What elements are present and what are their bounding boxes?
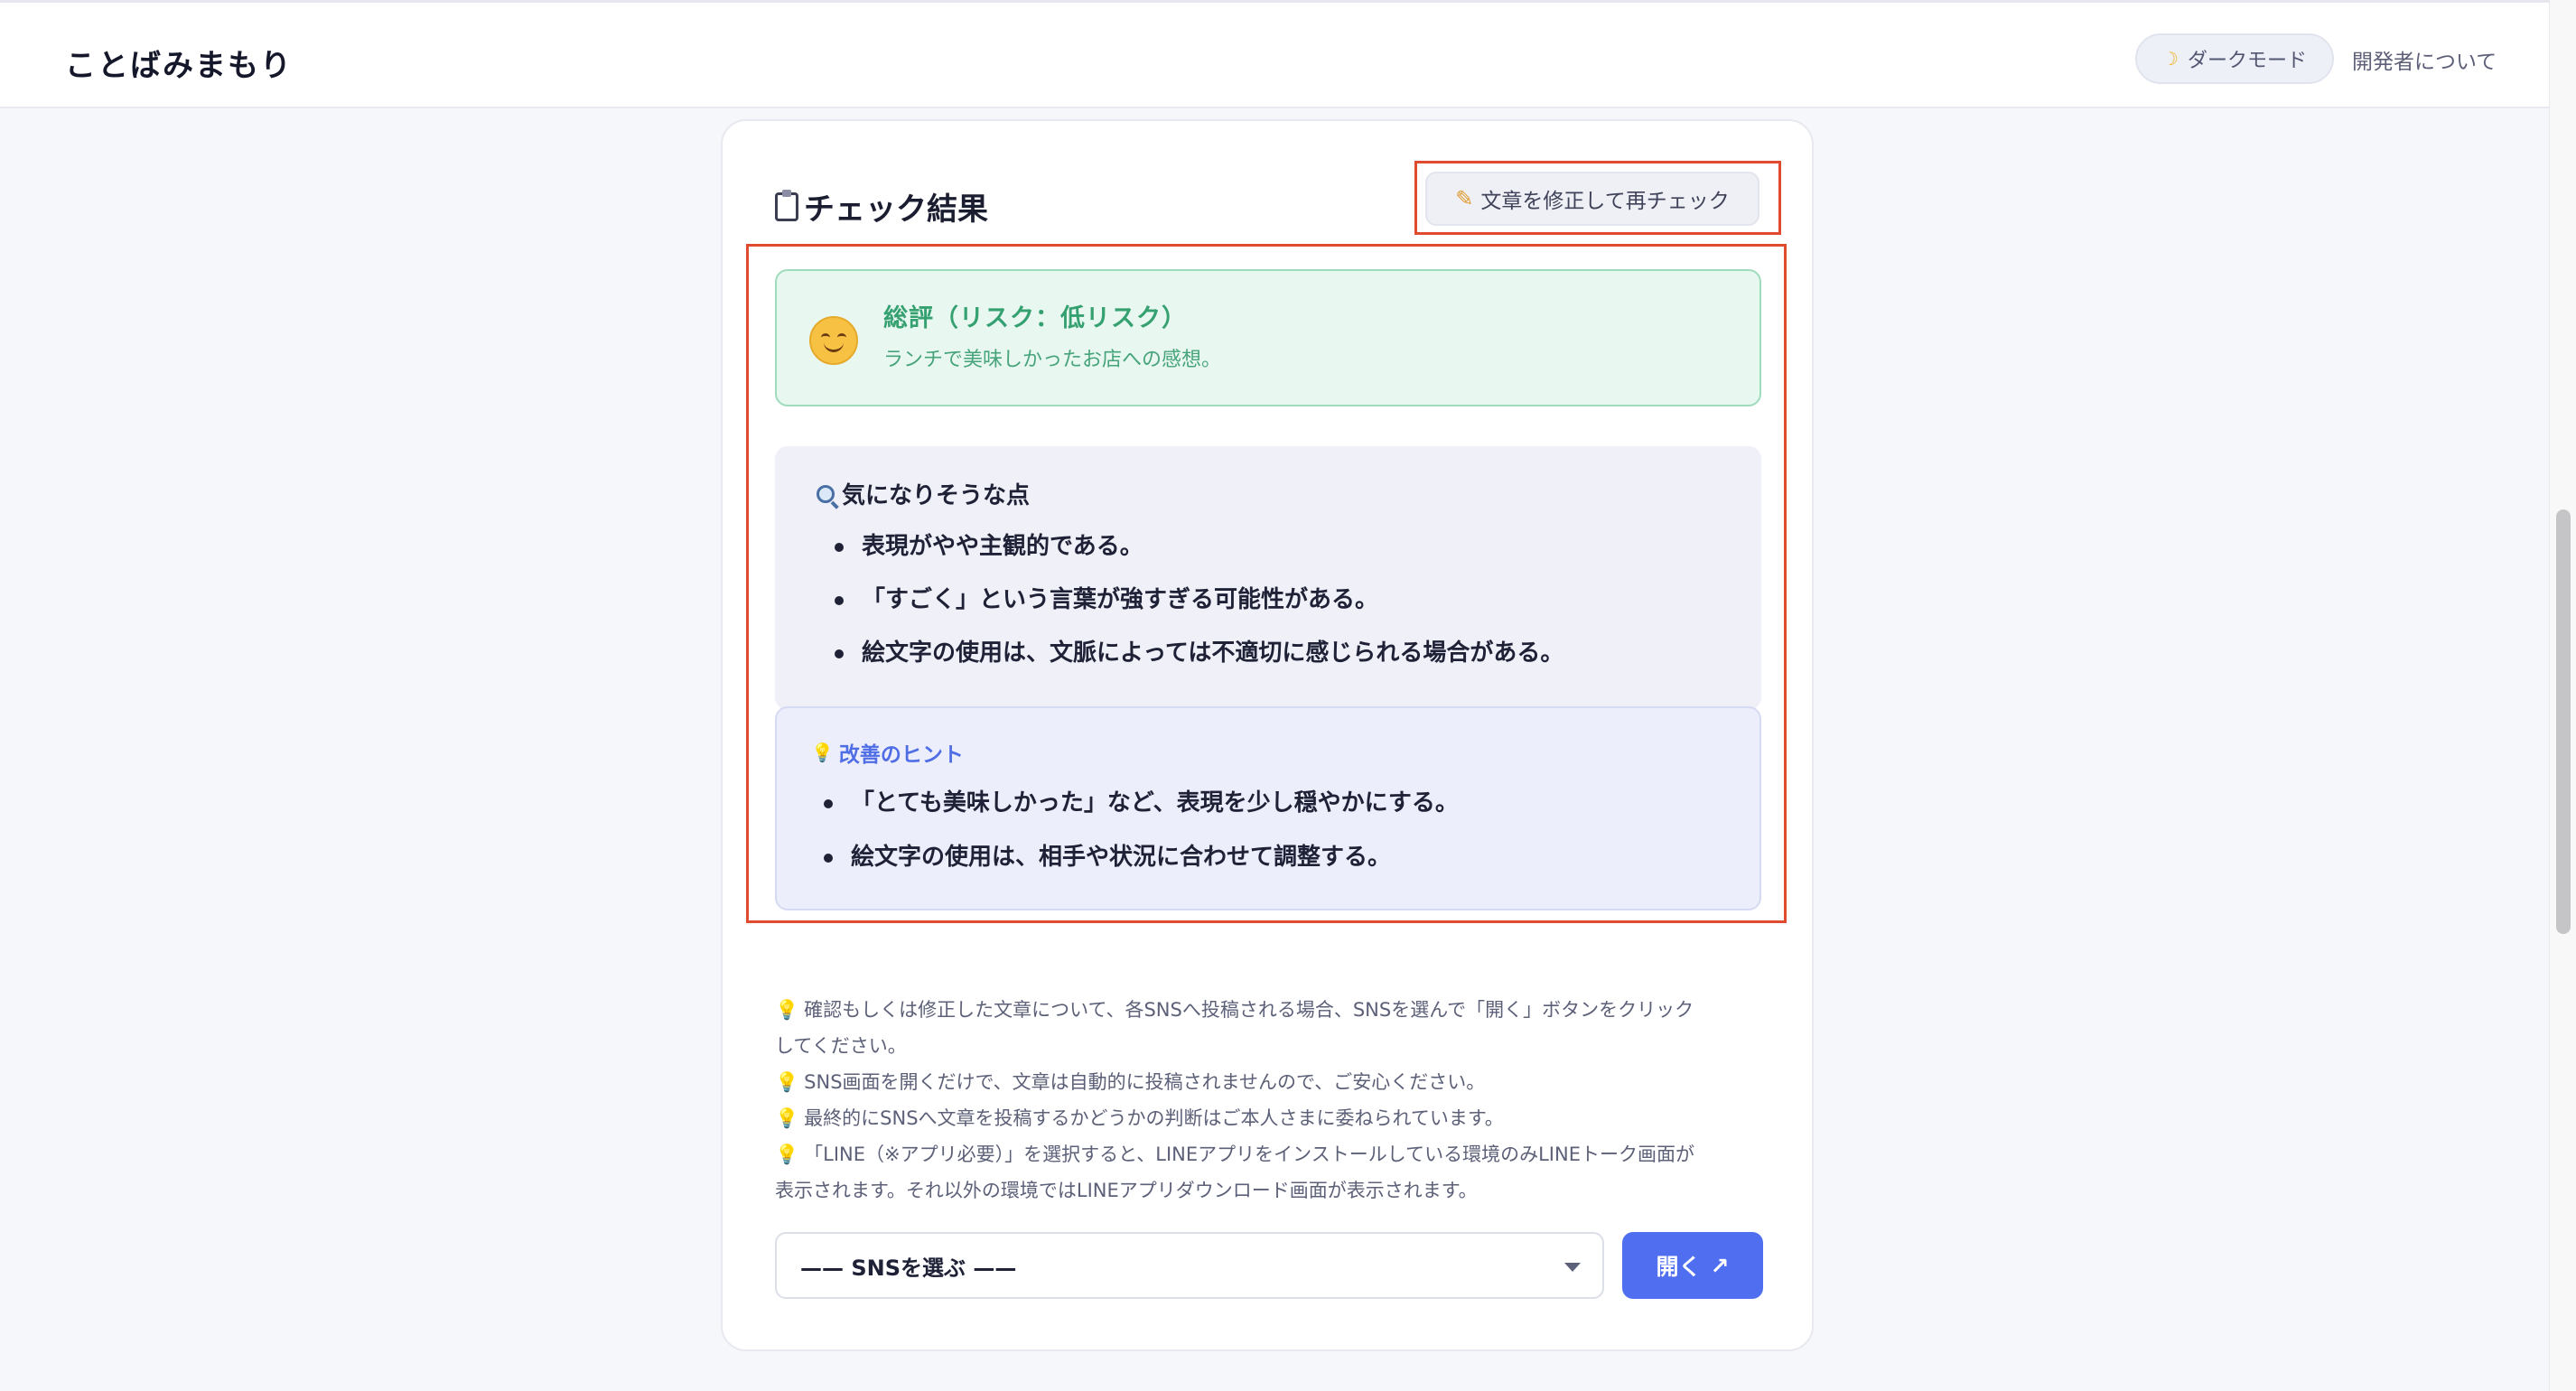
list-item: 表現がやや主観的である。 xyxy=(835,531,1563,584)
list-item: 「とても美味しかった」など、表現を少し穏やかにする。 xyxy=(824,788,1459,842)
note-text: 「LINE（※アプリ必要）」を選択すると、LINEアプリをインストールしている環… xyxy=(804,1144,1694,1165)
result-card: チェック結果 ✎ 文章を修正して再チェック 総評（リスク：低リスク） ランチで美… xyxy=(721,119,1814,1351)
pencil-icon: ✎ xyxy=(1455,186,1474,211)
list-item: 「すごく」という言葉が強すぎる可能性がある。 xyxy=(835,584,1563,638)
app-header: ことばみまもり ☽ ダークモード 開発者について xyxy=(0,0,2549,108)
note-line: 💡 「LINE（※アプリ必要）」を選択すると、LINEアプリをインストールしている… xyxy=(775,1136,1787,1172)
hints-title-text: 改善のヒント xyxy=(838,743,964,767)
open-button-label: 開く xyxy=(1656,1254,1702,1280)
hints-panel: 💡 改善のヒント 「とても美味しかった」など、表現を少し穏やかにする。 絵文字の… xyxy=(775,706,1761,910)
lightbulb-icon: 💡 xyxy=(775,1107,799,1129)
list-item: 絵文字の使用は、文脈によっては不適切に感じられる場合がある。 xyxy=(835,638,1563,691)
lightbulb-icon: 💡 xyxy=(775,1071,799,1093)
open-sns-button[interactable]: 開く ↗ xyxy=(1622,1232,1763,1299)
summary-panel: 総評（リスク：低リスク） ランチで美味しかったお店への感想。 xyxy=(775,269,1761,406)
note-line: してください。 xyxy=(775,1028,1787,1064)
clipboard-icon xyxy=(775,189,798,221)
lightbulb-icon: 💡 xyxy=(775,999,799,1021)
card-title: チェック結果 xyxy=(775,184,988,229)
concerns-panel: 気になりそうな点 表現がやや主観的である。 「すごく」という言葉が強すぎる可能性… xyxy=(775,446,1761,710)
summary-text: ランチで美味しかったお店への感想。 xyxy=(883,349,1222,371)
card-title-text: チェック結果 xyxy=(804,191,988,228)
dark-mode-label: ダークモード xyxy=(2187,50,2307,72)
note-text: SNS画面を開くだけで、文章は自動的に投稿されませんので、ご安心ください。 xyxy=(804,1071,1486,1093)
lightbulb-icon: 💡 xyxy=(811,742,834,763)
smiley-face-icon xyxy=(809,316,858,365)
sns-select[interactable]: —— SNSを選ぶ —— xyxy=(775,1232,1604,1299)
note-line: 💡 最終的にSNSへ文章を投稿するかどうかの判断はご本人さまに委ねられています。 xyxy=(775,1100,1787,1136)
concerns-title: 気になりそうな点 xyxy=(817,477,1030,510)
sns-notes: 💡 確認もしくは修正した文章について、各SNSへ投稿される場合、SNSを選んで「開… xyxy=(775,992,1787,1209)
concerns-list: 表現がやや主観的である。 「すごく」という言葉が強すぎる可能性がある。 絵文字の… xyxy=(835,531,1563,691)
list-item: 絵文字の使用は、相手や状況に合わせて調整する。 xyxy=(824,842,1459,896)
page-scrollbar[interactable] xyxy=(2549,0,2576,1391)
magnifier-icon xyxy=(817,484,835,503)
app-brand[interactable]: ことばみまもり xyxy=(65,41,293,85)
dark-mode-button[interactable]: ☽ ダークモード xyxy=(2135,33,2334,84)
moon-icon: ☽ xyxy=(2162,48,2179,70)
note-text: してください。 xyxy=(775,1035,907,1057)
smiley-mouth xyxy=(824,341,844,352)
note-line: 表示されます。それ以外の環境ではLINEアプリダウンロード画面が表示されます。 xyxy=(775,1172,1787,1209)
note-text: 最終的にSNSへ文章を投稿するかどうかの判断はご本人さまに委ねられています。 xyxy=(804,1107,1504,1129)
external-link-arrow-icon: ↗ xyxy=(1710,1252,1730,1279)
about-developer-link[interactable]: 開発者について xyxy=(2352,44,2497,75)
page: ことばみまもり ☽ ダークモード 開発者について チェック結果 ✎ 文章を修正し… xyxy=(0,0,2576,1391)
note-text: 確認もしくは修正した文章について、各SNSへ投稿される場合、SNSを選んで「開く… xyxy=(804,999,1694,1021)
note-line: 💡 SNS画面を開くだけで、文章は自動的に投稿されませんので、ご安心ください。 xyxy=(775,1064,1787,1100)
hints-title: 💡 改善のヒント xyxy=(811,737,964,768)
hints-list: 「とても美味しかった」など、表現を少し穏やかにする。 絵文字の使用は、相手や状況… xyxy=(824,788,1459,896)
recheck-button[interactable]: ✎ 文章を修正して再チェック xyxy=(1425,172,1759,226)
sns-select-value: —— SNSを選ぶ —— xyxy=(800,1255,1017,1281)
summary-title: 総評（リスク：低リスク） xyxy=(883,304,1187,332)
note-text: 表示されます。それ以外の環境ではLINEアプリダウンロード画面が表示されます。 xyxy=(775,1180,1478,1201)
recheck-button-label: 文章を修正して再チェック xyxy=(1480,190,1730,213)
concerns-title-text: 気になりそうな点 xyxy=(842,482,1031,509)
scrollbar-thumb[interactable] xyxy=(2556,509,2571,934)
chevron-down-icon xyxy=(1564,1263,1581,1272)
lightbulb-icon: 💡 xyxy=(775,1144,799,1165)
note-line: 💡 確認もしくは修正した文章について、各SNSへ投稿される場合、SNSを選んで「開… xyxy=(775,992,1787,1028)
